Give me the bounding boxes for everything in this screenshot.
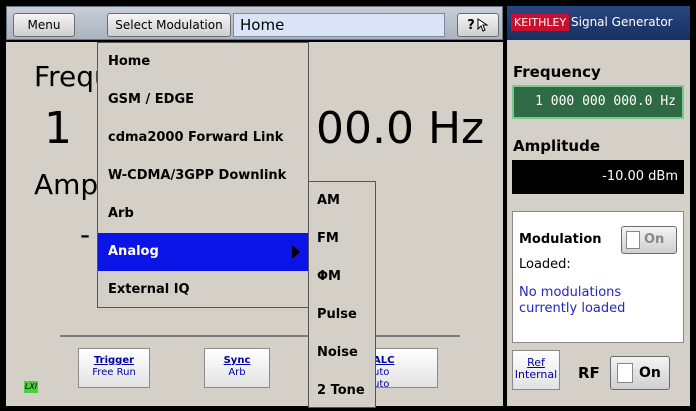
submenu-item-fm[interactable]: FM xyxy=(309,220,375,258)
pointer-icon xyxy=(477,18,489,32)
trigger-softkey[interactable]: Trigger Free Run xyxy=(78,348,150,388)
product-name: Signal Generator xyxy=(571,15,673,29)
dropdown-item-wcdma[interactable]: W-CDMA/3GPP Downlink xyxy=(98,157,308,195)
help-pointer-button[interactable]: ? xyxy=(457,13,499,37)
loaded-message: No modulations currently loaded xyxy=(519,285,626,316)
submenu-arrow-icon xyxy=(292,245,300,259)
submenu-item-pulse[interactable]: Pulse xyxy=(309,296,375,334)
amplitude-field[interactable]: -10.00 dBm xyxy=(512,160,684,194)
dropdown-item-analog[interactable]: Analog xyxy=(98,233,308,271)
dropdown-item-home[interactable]: Home xyxy=(98,43,308,81)
submenu-item-phase-m[interactable]: ΦM xyxy=(309,258,375,296)
rf-label: RF xyxy=(578,364,600,382)
modulation-on-toggle[interactable]: On xyxy=(621,226,677,254)
ref-softkey[interactable]: Ref Internal xyxy=(512,350,560,390)
dropdown-item-external-iq[interactable]: External IQ xyxy=(98,271,308,309)
frequency-title: Frequency xyxy=(513,63,601,81)
lxi-logo: LXI xyxy=(24,381,38,393)
amplitude-heading: Ampl xyxy=(34,168,106,201)
ref-value: Internal xyxy=(514,368,558,381)
menu-button[interactable]: Menu xyxy=(13,13,75,37)
toggle-label: On xyxy=(639,365,661,381)
select-modulation-button[interactable]: Select Modulation xyxy=(107,13,231,37)
frequency-digit: 1 xyxy=(44,103,72,154)
alc-title: ALC xyxy=(373,355,395,366)
current-mode-field: Home xyxy=(233,13,445,37)
toggle-label: On xyxy=(644,232,665,247)
dropdown-item-cdma2000[interactable]: cdma2000 Forward Link xyxy=(98,119,308,157)
trigger-value: Free Run xyxy=(92,367,136,378)
sync-softkey[interactable]: Sync Arb xyxy=(204,348,270,388)
modulation-panel: Modulation On Loaded: No modulations cur… xyxy=(512,211,684,343)
alc-level-value: uto xyxy=(373,379,390,390)
modulation-dropdown: Home GSM / EDGE cdma2000 Forward Link W-… xyxy=(97,42,309,308)
dropdown-item-gsm-edge[interactable]: GSM / EDGE xyxy=(98,81,308,119)
toggle-indicator xyxy=(626,231,640,249)
rf-on-toggle[interactable]: On xyxy=(610,356,670,390)
loaded-label: Loaded: xyxy=(519,257,571,272)
analog-submenu: AM FM ΦM Pulse Noise 2 Tone xyxy=(308,181,376,408)
amplitude-value[interactable]: - xyxy=(80,218,90,251)
instrument-screen: Menu Select Modulation Home ? Frequ 1 00… xyxy=(0,0,696,411)
submenu-item-noise[interactable]: Noise xyxy=(309,334,375,372)
frequency-value[interactable]: 00.0 Hz xyxy=(316,103,484,154)
trigger-title: Trigger xyxy=(93,355,135,366)
help-icon: ? xyxy=(467,17,475,33)
top-toolbar: Menu Select Modulation Home ? xyxy=(6,6,503,40)
keithley-logo: KEITHLEY xyxy=(511,14,570,31)
amplitude-title: Amplitude xyxy=(513,137,601,155)
sync-title: Sync xyxy=(223,355,251,366)
alc-mode-value: uto xyxy=(373,367,390,378)
frequency-field[interactable]: 1 000 000 000.0 Hz xyxy=(512,85,684,119)
dropdown-item-label: Analog xyxy=(108,244,159,259)
submenu-item-2-tone[interactable]: 2 Tone xyxy=(309,372,375,410)
dropdown-item-arb[interactable]: Arb xyxy=(98,195,308,233)
sync-value: Arb xyxy=(228,367,246,378)
divider xyxy=(60,335,460,337)
brand-header: KEITHLEY Signal Generator xyxy=(507,6,690,40)
toggle-indicator xyxy=(617,363,633,383)
modulation-title: Modulation xyxy=(519,232,602,247)
submenu-item-am[interactable]: AM xyxy=(309,182,375,220)
